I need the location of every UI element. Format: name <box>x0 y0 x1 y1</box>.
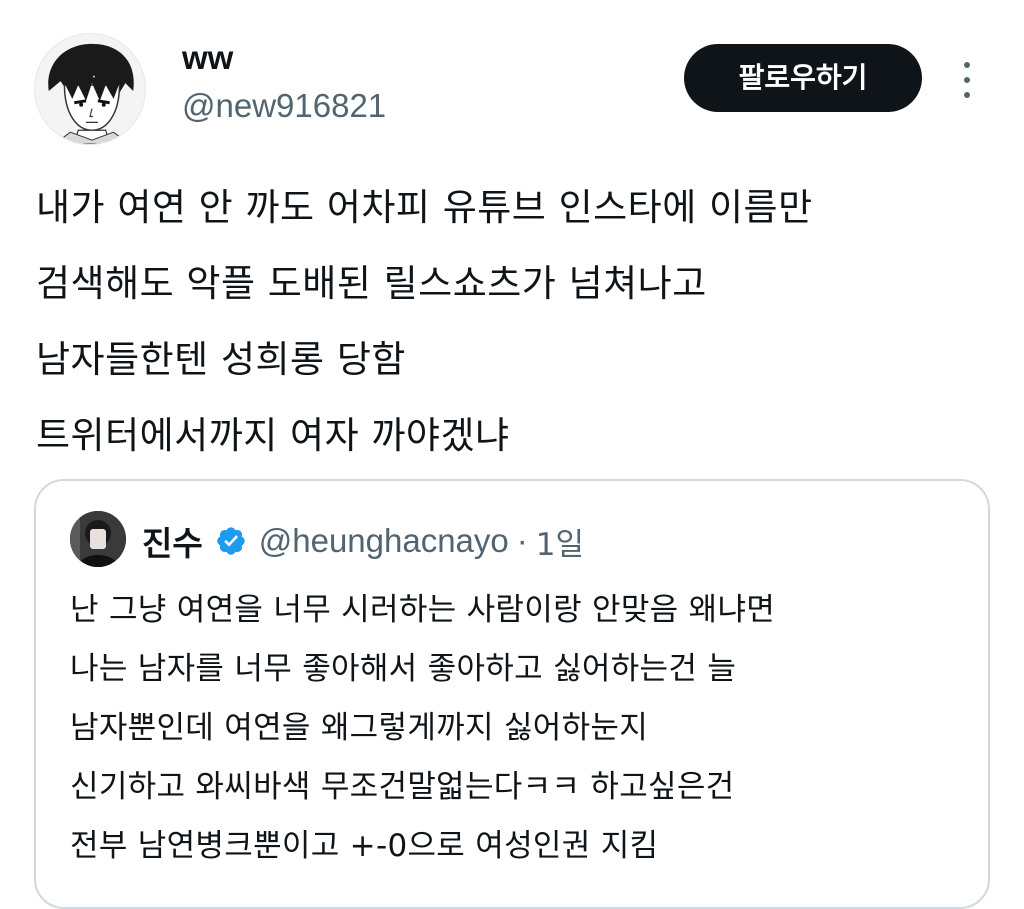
tweet-line: 내가 여연 안 까도 어차피 유튜브 인스타에 이름만 <box>36 186 813 229</box>
tweet-line: 트위터에서까지 여자 까야겠냐 <box>36 414 510 457</box>
quoted-line: 신기하고 와씨바색 무조건말얿는다ㅋㅋ 하고싶은건 <box>70 769 735 805</box>
tweet-text: 내가 여연 안 까도 어차피 유튜브 인스타에 이름만 검색해도 악플 도배된 … <box>36 170 996 474</box>
more-vertical-icon[interactable] <box>950 58 984 102</box>
quoted-handle[interactable]: @heunghacnayo <box>259 522 509 560</box>
quoted-timestamp[interactable]: 1일 <box>536 519 584 564</box>
verified-badge-icon <box>215 525 247 557</box>
quoted-line: 난 그냥 여연을 너무 시러하는 사람이랑 안맞음 왜냐면 <box>70 592 776 628</box>
tweet-header: ww @new916821 팔로우하기 <box>0 0 1024 160</box>
quoted-tweet-text: 난 그냥 여연을 너무 시러하는 사람이랑 안맞음 왜냐면 나는 남자를 너무 … <box>70 581 970 876</box>
quoted-line: 나는 남자를 너무 좋아해서 좋아하고 싫어하는건 늘 <box>70 651 737 687</box>
quoted-tweet-header: 진수 @heunghacnayo · 1일 <box>142 515 584 567</box>
quoted-author-avatar[interactable] <box>70 511 126 567</box>
quoted-tweet-card[interactable]: 진수 @heunghacnayo · 1일 난 그냥 여연을 너무 시러하는 사… <box>34 479 990 909</box>
author-avatar[interactable] <box>34 33 146 145</box>
more-dot <box>964 77 970 83</box>
follow-button[interactable]: 팔로우하기 <box>684 44 922 112</box>
tweet-line: 남자들한텐 성희롱 당함 <box>36 338 406 381</box>
more-dot <box>964 62 970 68</box>
tweet-line: 검색해도 악플 도배된 릴스쇼츠가 넘쳐나고 <box>36 262 707 305</box>
author-display-name[interactable]: ww <box>182 38 233 78</box>
quoted-display-name[interactable]: 진수 <box>142 517 203 565</box>
author-handle[interactable]: @new916821 <box>182 84 386 128</box>
quoted-line: 남자뿐인데 여연을 왜그렇게까지 싫어하눈지 <box>70 710 649 746</box>
dark-photo-avatar-icon <box>70 511 126 567</box>
manga-portrait-avatar-icon <box>35 34 145 144</box>
quoted-line: 전부 남연병크뿐이고 +-0으로 여성인권 지킴 <box>70 828 659 864</box>
more-dot <box>964 92 970 98</box>
separator-dot: · <box>516 522 528 559</box>
